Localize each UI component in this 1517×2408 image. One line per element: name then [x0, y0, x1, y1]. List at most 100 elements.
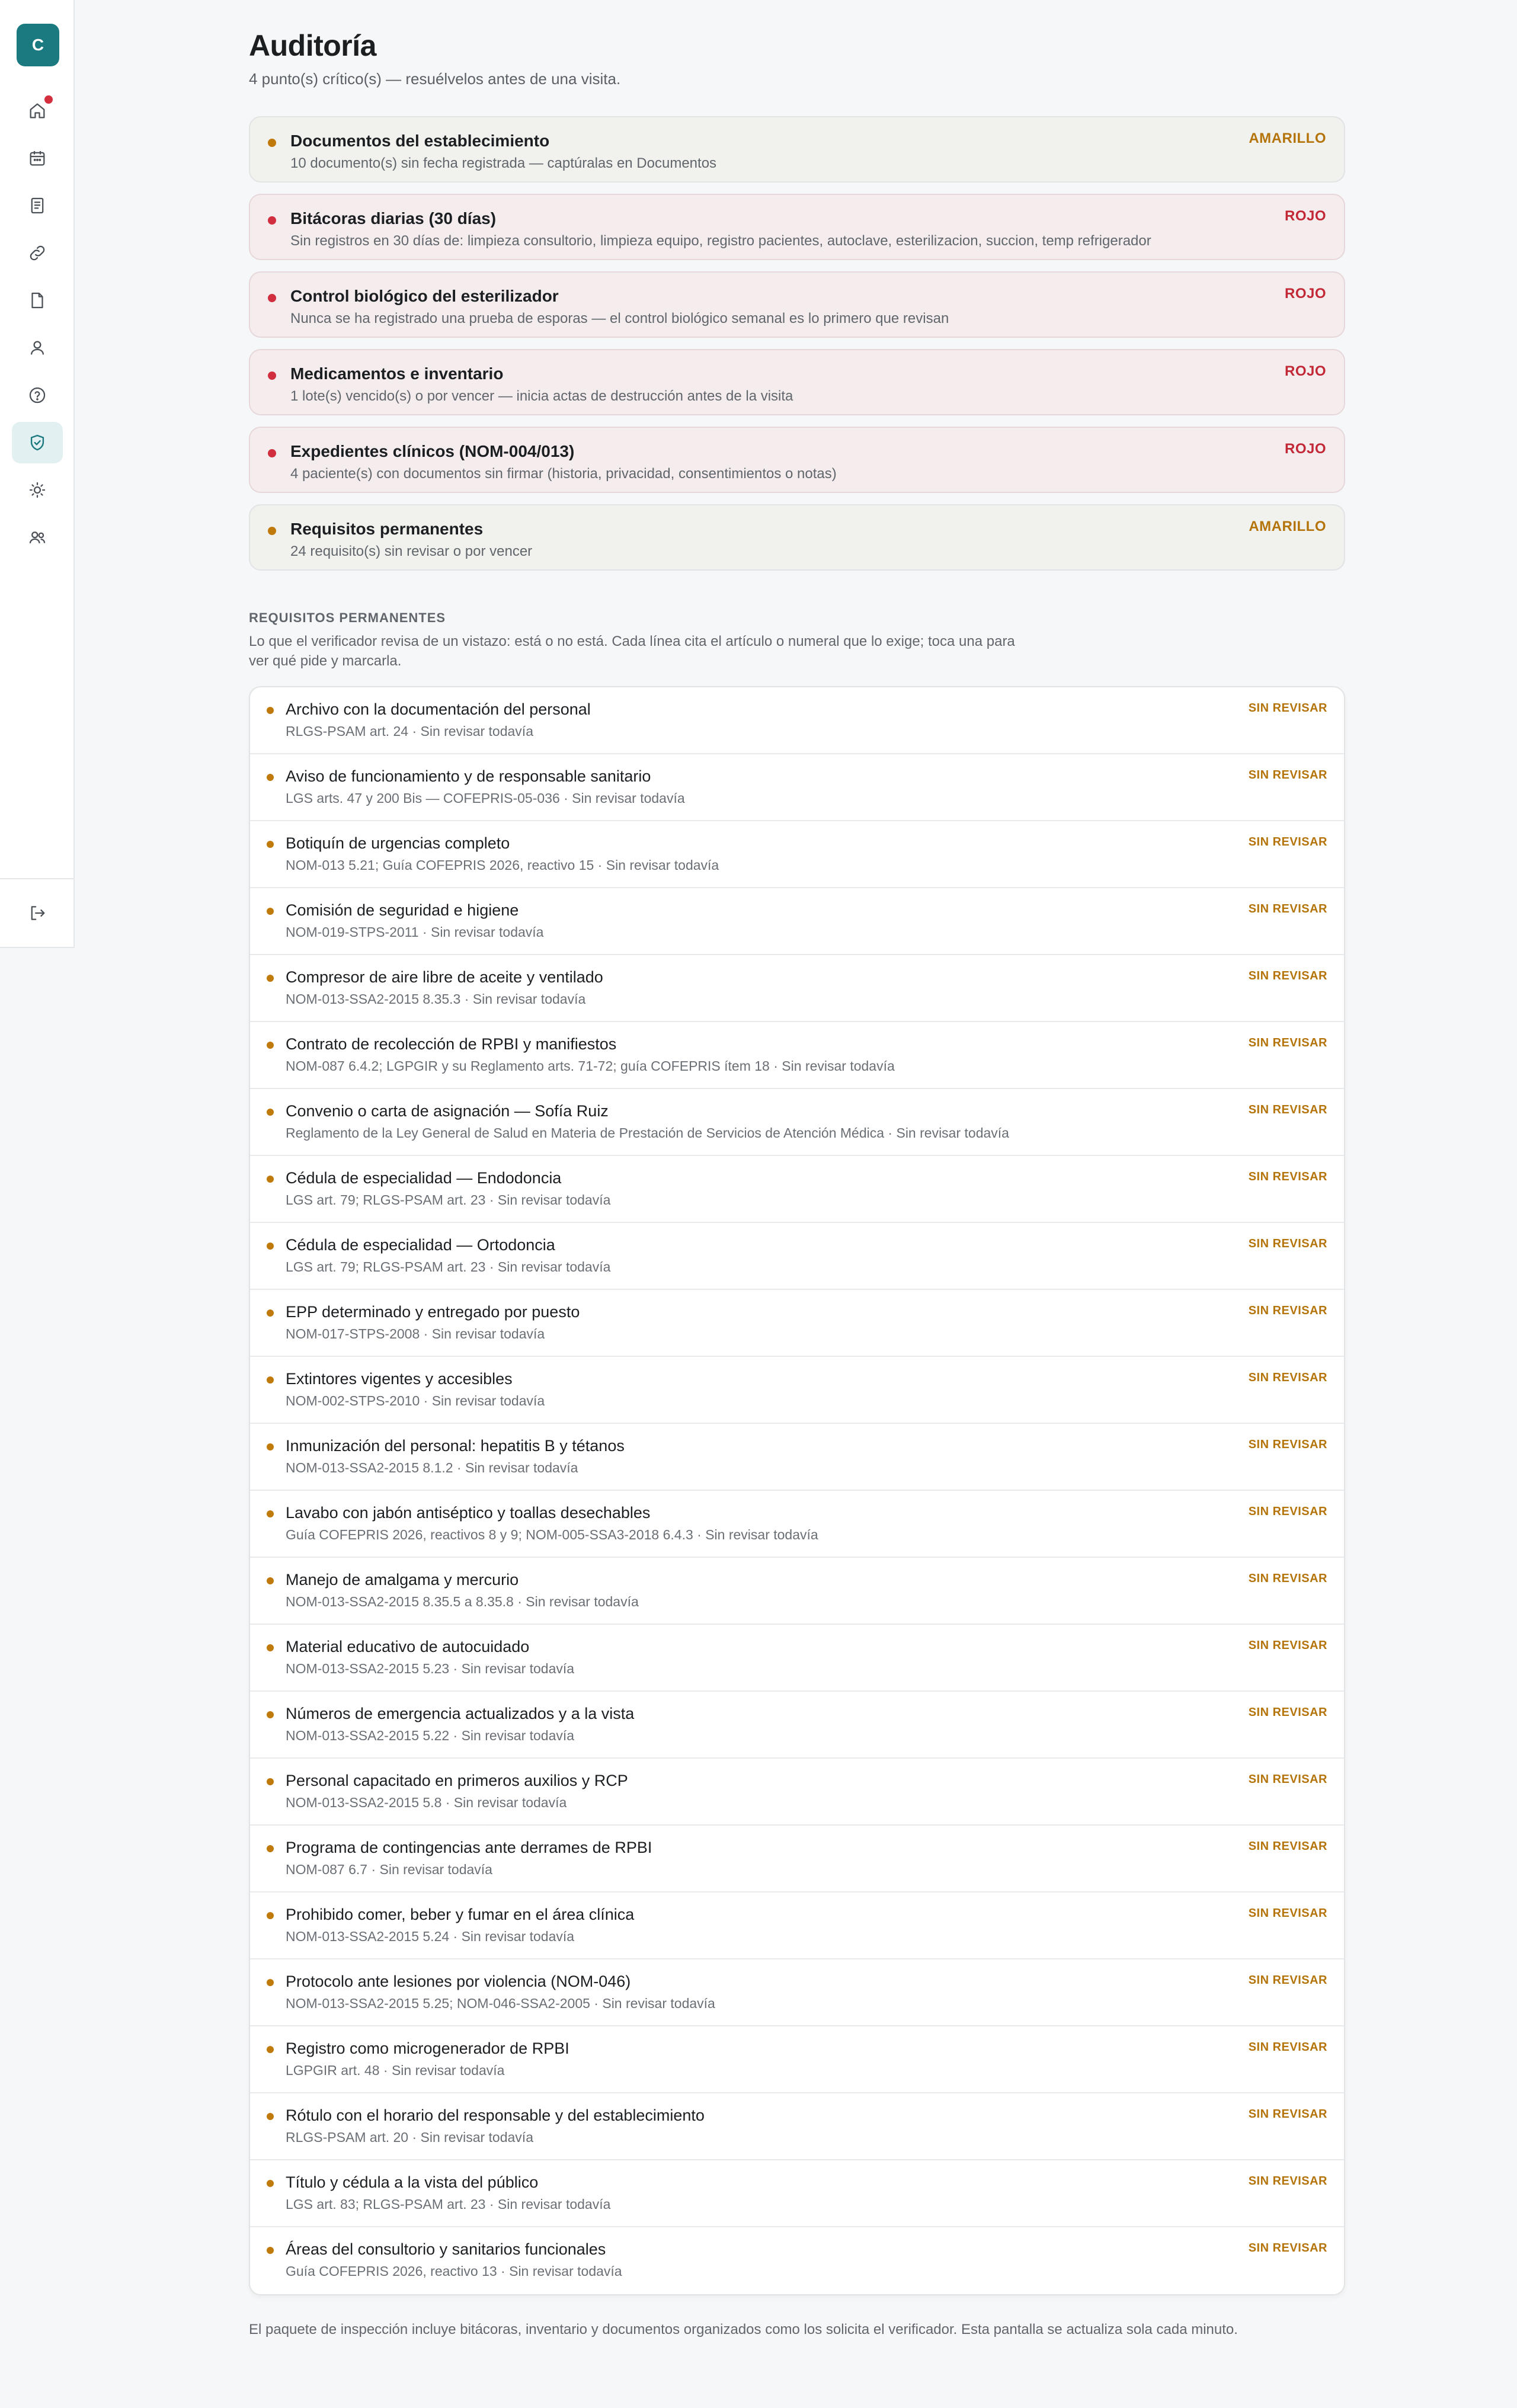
status-badge: SIN REVISAR — [1248, 1907, 1327, 1920]
status-dot — [267, 908, 274, 915]
status-badge: SIN REVISAR — [1248, 1036, 1327, 1049]
audit-card-description: Nunca se ha registrado una prueba de esp… — [290, 310, 949, 326]
audit-card-requisitos[interactable]: Requisitos permanentes 24 requisito(s) s… — [249, 504, 1345, 571]
requirement-row[interactable]: Cédula de especialidad — Ortodoncia LGS a… — [250, 1223, 1344, 1290]
status-badge: SIN REVISAR — [1248, 1304, 1327, 1317]
requirement-meta: LGPGIR art. 48 · Sin revisar todavía — [286, 2063, 505, 2078]
file-icon — [31, 292, 43, 309]
requirement-row[interactable]: EPP determinado y entregado por puesto NO… — [250, 1290, 1344, 1357]
requirement-meta: Guía COFEPRIS 2026, reactivo 13 · Sin re… — [286, 2263, 622, 2279]
requirement-meta: NOM-013-SSA2-2015 8.35.5 a 8.35.8 · Sin … — [286, 1594, 639, 1609]
brand-avatar[interactable]: C — [17, 24, 59, 66]
requirement-row[interactable]: Botiquín de urgencias completo NOM-013 5.… — [250, 821, 1344, 888]
sidebar-item-equipo[interactable] — [12, 517, 63, 558]
requirement-row[interactable]: Convenio o carta de asignación — Sofía R… — [250, 1089, 1344, 1156]
requirement-row[interactable]: Protocolo ante lesiones por violencia (N… — [250, 1959, 1344, 2026]
logout-button[interactable] — [12, 892, 63, 934]
requirement-row[interactable]: Extintores vigentes y accesibles NOM-002-… — [250, 1357, 1344, 1424]
status-dot — [267, 1243, 274, 1250]
requirement-row[interactable]: Rótulo con el horario del responsable y … — [250, 2093, 1344, 2160]
requirement-row[interactable]: Lavabo con jabón antiséptico y toallas d… — [250, 1491, 1344, 1558]
audit-card-documentos[interactable]: Documentos del establecimiento 10 docume… — [249, 116, 1345, 182]
requirement-row[interactable]: Prohibido comer, beber y fumar en el áre… — [250, 1893, 1344, 1959]
requirement-title: Personal capacitado en primeros auxilios… — [286, 1772, 628, 1789]
status-dot — [267, 1109, 274, 1116]
requirement-meta: RLGS-PSAM art. 24 · Sin revisar todavía — [286, 723, 533, 739]
page-subtitle: 4 punto(s) crítico(s) — resuélvelos ante… — [249, 70, 621, 88]
requirement-meta: LGS art. 79; RLGS-PSAM art. 23 · Sin rev… — [286, 1259, 611, 1275]
status-dot — [267, 774, 274, 781]
requirement-row[interactable]: Comisión de seguridad e higiene NOM-019-S… — [250, 888, 1344, 955]
status-badge: SIN REVISAR — [1248, 1505, 1327, 1518]
status-badge: SIN REVISAR — [1248, 1371, 1327, 1384]
requirement-title: Material educativo de autocuidado — [286, 1638, 530, 1655]
requirement-title: Programa de contingencias ante derrames … — [286, 1839, 652, 1856]
user-icon — [30, 341, 44, 355]
requirement-meta: NOM-013-SSA2-2015 5.23 · Sin revisar tod… — [286, 1661, 575, 1676]
status-dot — [267, 1845, 274, 1852]
status-dot — [267, 2046, 274, 2053]
requirement-meta: LGS art. 83; RLGS-PSAM art. 23 · Sin rev… — [286, 2196, 611, 2212]
sidebar-item-registros[interactable] — [12, 185, 63, 226]
status-dot — [267, 1577, 274, 1584]
status-dot — [267, 2247, 274, 2254]
requirement-title: Rótulo con el horario del responsable y … — [286, 2106, 705, 2124]
audit-card-expedientes[interactable]: Expedientes clínicos (NOM-004/013) 4 pac… — [249, 427, 1345, 493]
audit-card-control-biologico[interactable]: Control biológico del esterilizador Nunc… — [249, 271, 1345, 338]
requirement-row[interactable]: Compresor de aire libre de aceite y vent… — [250, 955, 1344, 1022]
status-dot — [267, 1778, 274, 1785]
status-dot — [267, 975, 274, 982]
requirement-meta: RLGS-PSAM art. 20 · Sin revisar todavía — [286, 2130, 533, 2145]
requirement-row[interactable]: Personal capacitado en primeros auxilios… — [250, 1759, 1344, 1826]
requirement-row[interactable]: Archivo con la documentación del persona… — [250, 687, 1344, 754]
requirement-row[interactable]: Áreas del consultorio y sanitarios funci… — [250, 2227, 1344, 2294]
status-badge: SIN REVISAR — [1248, 1438, 1327, 1451]
requirement-row[interactable]: Números de emergencia actualizados y a l… — [250, 1692, 1344, 1759]
requirement-row[interactable]: Aviso de funcionamiento y de responsable… — [250, 754, 1344, 821]
status-dot — [268, 449, 276, 457]
sidebar-item-agenda[interactable] — [12, 137, 63, 179]
sidebar-item-pacientes[interactable] — [12, 327, 63, 369]
requirement-title: Prohibido comer, beber y fumar en el áre… — [286, 1906, 635, 1923]
requirement-row[interactable]: Inmunización del personal: hepatitis B y… — [250, 1424, 1344, 1491]
status-dot — [267, 1644, 274, 1651]
section-description: Lo que el verificador revisa de un vista… — [249, 633, 1015, 669]
shield-check-icon — [30, 434, 44, 451]
audit-card-medicamentos[interactable]: Medicamentos e inventario 1 lote(s) venc… — [249, 349, 1345, 415]
status-badge: SIN REVISAR — [1248, 835, 1327, 848]
section-heading: REQUISITOS PERMANENTES — [249, 610, 446, 625]
sidebar-item-enlaces[interactable] — [12, 232, 63, 274]
requirement-meta: NOM-013-SSA2-2015 5.24 · Sin revisar tod… — [286, 1929, 575, 1944]
sidebar-item-ajustes[interactable] — [12, 469, 63, 511]
requirement-row[interactable]: Material educativo de autocuidado NOM-013… — [250, 1625, 1344, 1692]
sidebar: C — [0, 0, 75, 948]
sidebar-item-documentos[interactable] — [12, 280, 63, 321]
requirement-title: Cédula de especialidad — Ortodoncia — [286, 1236, 555, 1254]
status-badge: SIN REVISAR — [1248, 1572, 1327, 1585]
requirement-row[interactable]: Programa de contingencias ante derrames … — [250, 1826, 1344, 1893]
status-dot — [268, 294, 276, 302]
logout-icon — [31, 906, 45, 920]
status-badge: SIN REVISAR — [1248, 1237, 1327, 1250]
status-badge: SIN REVISAR — [1248, 2175, 1327, 2188]
requirement-row[interactable]: Manejo de amalgama y mercurio NOM-013-SSA… — [250, 1558, 1344, 1625]
requirement-title: Lavabo con jabón antiséptico y toallas d… — [286, 1504, 651, 1522]
sidebar-item-inicio[interactable] — [12, 90, 63, 132]
requirement-title: Archivo con la documentación del persona… — [286, 700, 591, 718]
requirement-row[interactable]: Cédula de especialidad — Endodoncia LGS a… — [250, 1156, 1344, 1223]
status-badge: SIN REVISAR — [1248, 2242, 1327, 2255]
status-badge: SIN REVISAR — [1248, 702, 1327, 715]
sidebar-item-auditoria[interactable] — [12, 422, 63, 463]
audit-card-bitacoras[interactable]: Bitácoras diarias (30 días) Sin registro… — [249, 194, 1345, 260]
status-badge: SIN REVISAR — [1248, 1840, 1327, 1853]
requirement-meta: Reglamento de la Ley General de Salud en… — [286, 1125, 1009, 1141]
requirement-row[interactable]: Título y cédula a la vista del público LG… — [250, 2160, 1344, 2227]
requirement-title: Compresor de aire libre de aceite y vent… — [286, 968, 603, 986]
requirement-meta: NOM-002-STPS-2010 · Sin revisar todavía — [286, 1393, 545, 1408]
status-badge: SIN REVISAR — [1248, 1706, 1327, 1719]
status-badge: AMARILLO — [1249, 130, 1326, 146]
requirement-row[interactable]: Contrato de recolección de RPBI y manifi… — [250, 1022, 1344, 1089]
sidebar-item-ayuda[interactable] — [12, 374, 63, 416]
requirement-row[interactable]: Registro como microgenerador de RPBI LGPG… — [250, 2026, 1344, 2093]
requirement-title: Manejo de amalgama y mercurio — [286, 1571, 519, 1589]
